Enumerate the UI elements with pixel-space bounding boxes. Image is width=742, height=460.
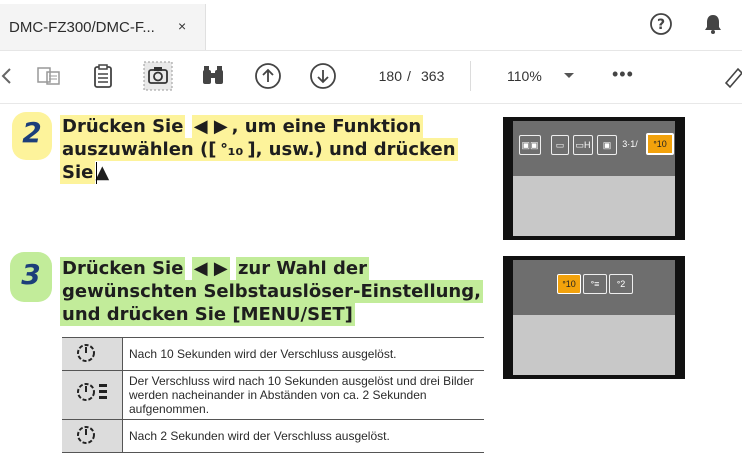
next-page-icon[interactable]	[308, 61, 338, 91]
document-page: 2 Drücken Sie ◀ ▶, um eine Funktion ausz…	[0, 104, 742, 460]
bracket-icon: 3·1/	[622, 139, 638, 149]
tab-close-icon[interactable]: ×	[178, 18, 186, 34]
step-3-number: 3	[21, 258, 41, 291]
svg-text:?: ?	[657, 17, 665, 33]
step-2-text: Drücken Sie	[60, 115, 186, 138]
page-total: 363	[421, 68, 445, 84]
self-timer-menu-bar: ᐤ10 ᐤ≡ ᐤ2	[513, 260, 675, 315]
table-cell: Der Verschluss wird nach 10 Sekunden aus…	[122, 370, 484, 420]
binoculars-icon[interactable]	[198, 61, 228, 91]
self-timer-2-icon: ᐤ2	[609, 274, 633, 294]
camera-display: ᐤ10 ᐤ≡ ᐤ2	[513, 260, 675, 375]
4k-photo-icon: ▣	[597, 135, 617, 155]
step-3-text: gewünschten Selbstauslöser-Einstellung,	[60, 280, 483, 303]
table-cell: Nach 2 Sekunden wird der Verschluss ausg…	[122, 419, 484, 453]
page-number-input[interactable]: 180	[360, 65, 402, 87]
step-2-text: Sie	[60, 161, 96, 184]
burst-mode-icon: ▣▣	[519, 135, 541, 155]
table-row: Nach 2 Sekunden wird der Verschluss ausg…	[62, 419, 484, 453]
table-row: Nach 10 Sekunden wird der Verschluss aus…	[62, 337, 484, 371]
zoom-select[interactable]: 110%	[507, 65, 542, 87]
tab-bar: DMC-FZ300/DMC-F... × ?	[0, 0, 742, 51]
snapshot-camera-icon[interactable]	[143, 61, 173, 91]
up-arrow-icon: ▲	[95, 162, 110, 183]
pen-tool-icon[interactable]	[722, 61, 742, 91]
step-3-line-2: gewünschten Selbstauslöser-Einstellung,	[60, 280, 483, 303]
tab-title: DMC-FZ300/DMC-F...	[9, 19, 155, 36]
back-chevron-icon[interactable]	[0, 61, 22, 91]
step-3-text: zur Wahl der	[235, 257, 369, 280]
drive-mode-menu-bar: ▣▣ ▭ ▭H ▣ 3·1/ ᐤ10	[513, 121, 675, 176]
self-timer-10-burst-icon	[62, 370, 123, 420]
step-2-line-2: auszuwählen ([ᐤ₁₀], usw.) und drücken	[60, 138, 458, 161]
step-2-text: auszuwählen ([	[60, 138, 219, 161]
table-row: Der Verschluss wird nach 10 Sekunden aus…	[62, 370, 484, 420]
self-timer-10-icon	[62, 337, 123, 371]
self-timer-table: Nach 10 Sekunden wird der Verschluss aus…	[62, 337, 484, 453]
step-3-line-1: Drücken Sie ◀ ▶ zur Wahl der	[60, 257, 369, 280]
step-3-line-3: und drücken Sie [MENU/SET]	[60, 303, 355, 326]
step-2-number: 2	[22, 116, 42, 149]
single-shot-icon: ▭	[551, 135, 569, 155]
step-2-text: , um eine Funktion	[229, 115, 424, 138]
chevron-down-icon[interactable]	[564, 73, 574, 78]
text-cursor	[96, 162, 97, 184]
page-separator: /	[407, 68, 411, 84]
toolbar-divider	[470, 61, 471, 91]
export-pdf-icon[interactable]	[34, 61, 64, 91]
toolbar: 180 / 363 110% •••	[0, 51, 742, 104]
previous-page-icon[interactable]	[253, 61, 283, 91]
document-tab[interactable]: DMC-FZ300/DMC-F... ×	[0, 4, 206, 50]
table-cell: Nach 10 Sekunden wird der Verschluss aus…	[122, 337, 484, 371]
camera-screen-self-timer: ᐤ10 ᐤ≡ ᐤ2	[503, 256, 685, 379]
step-2-line-3: Sie ▲	[60, 161, 110, 184]
self-timer-10-burst-icon: ᐤ≡	[583, 274, 607, 294]
left-right-arrows-icon: ◀ ▶	[191, 115, 230, 138]
camera-screen-drive-mode: ▣▣ ▭ ▭H ▣ 3·1/ ᐤ10	[503, 117, 685, 240]
bell-icon[interactable]	[701, 12, 725, 36]
burst-high-icon: ▭H	[573, 135, 593, 155]
clipboard-icon[interactable]	[88, 61, 118, 91]
self-timer-10-icon: ᐤ₁₀	[218, 138, 246, 161]
self-timer-2-icon	[62, 419, 123, 453]
step-3-text: Drücken Sie	[60, 257, 186, 280]
left-right-arrows-icon: ◀ ▶	[191, 257, 230, 280]
help-icon[interactable]: ?	[650, 13, 672, 35]
self-timer-selected-icon: ᐤ10	[646, 133, 674, 155]
step-3-text: und drücken Sie [MENU/SET]	[60, 303, 355, 326]
step-2-text: ], usw.) und drücken	[245, 138, 458, 161]
more-options-icon[interactable]: •••	[612, 64, 634, 85]
self-timer-10-icon: ᐤ10	[557, 274, 581, 294]
step-2-line-1: Drücken Sie ◀ ▶, um eine Funktion	[60, 115, 424, 138]
camera-display: ▣▣ ▭ ▭H ▣ 3·1/ ᐤ10	[513, 121, 675, 236]
